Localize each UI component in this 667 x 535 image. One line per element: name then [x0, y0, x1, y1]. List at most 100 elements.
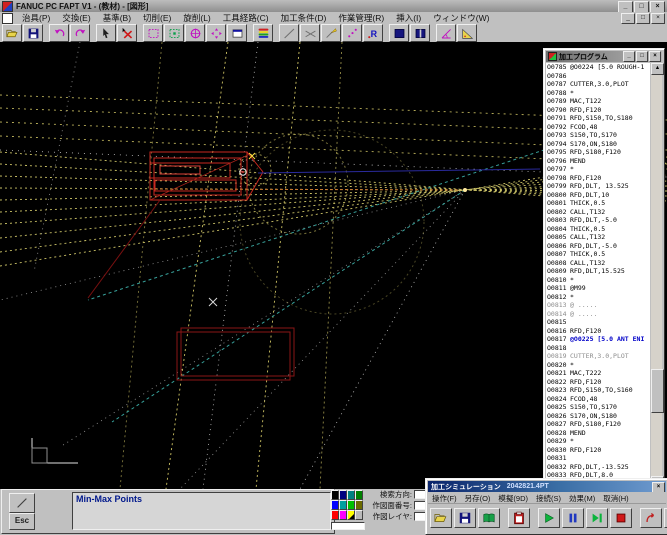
- program-line[interactable]: O0821MAC,T222: [546, 369, 650, 378]
- program-line[interactable]: O0786: [546, 72, 650, 81]
- scroll-thumb[interactable]: [651, 369, 664, 413]
- program-line[interactable]: O0791RFD,S150,TO,S180: [546, 114, 650, 123]
- sim-menu-item-0[interactable]: 操作(F): [428, 493, 461, 504]
- zoom-out-button[interactable]: [206, 24, 226, 42]
- esc-button[interactable]: Esc: [9, 513, 35, 530]
- palette-color[interactable]: [331, 500, 339, 510]
- menu-item-2[interactable]: 基準(B): [97, 12, 137, 24]
- program-line[interactable]: O0809RFD,DLT,15.525: [546, 267, 650, 276]
- program-line[interactable]: O0804THICK,0.5: [546, 225, 650, 234]
- menu-item-4[interactable]: 旋削(L): [177, 12, 216, 24]
- program-line[interactable]: O0800RFD,DLT,10: [546, 191, 650, 200]
- program-line[interactable]: O0797*: [546, 165, 650, 174]
- program-line[interactable]: O0795RFD,S180,F120: [546, 148, 650, 157]
- palette-color[interactable]: [331, 510, 339, 520]
- palette-color[interactable]: [331, 490, 339, 500]
- program-line[interactable]: O0788*: [546, 89, 650, 98]
- program-line[interactable]: O0816RFD,F120: [546, 327, 650, 336]
- erase-button[interactable]: [117, 24, 137, 42]
- palette-color[interactable]: [355, 510, 363, 520]
- palette-color[interactable]: [339, 490, 347, 500]
- panel-minimize-button[interactable]: _: [623, 51, 635, 62]
- sim-menu-item-2[interactable]: 模擬(9D): [494, 493, 532, 504]
- program-line[interactable]: O0822RFD,F120: [546, 378, 650, 387]
- program-line[interactable]: O0802CALL,T132: [546, 208, 650, 217]
- program-line[interactable]: O0796MEND: [546, 157, 650, 166]
- program-line[interactable]: O0794S170,ON,S180: [546, 140, 650, 149]
- program-line[interactable]: O0808CALL,T132: [546, 259, 650, 268]
- mdi-restore-button[interactable]: □: [636, 13, 650, 24]
- sim-menu-item-4[interactable]: 効果(M): [565, 493, 599, 504]
- program-line[interactable]: O0803RFD,DLT,-5.0: [546, 216, 650, 225]
- scroll-up-icon[interactable]: ▲: [651, 63, 664, 75]
- line-tool-button[interactable]: [9, 493, 35, 513]
- program-line-list[interactable]: O0785@O0224 [5.0 ROUGH-1O0786O0787CUTTER…: [546, 63, 650, 488]
- program-line[interactable]: O0789MAC,T122: [546, 97, 650, 106]
- program-line[interactable]: O0807THICK,0.5: [546, 250, 650, 259]
- program-line[interactable]: O0814@ .....: [546, 310, 650, 319]
- points-button[interactable]: [342, 24, 362, 42]
- program-line[interactable]: O0787CUTTER,3.0,PLOT: [546, 80, 650, 89]
- jump-red-button[interactable]: [640, 508, 662, 528]
- radius-button[interactable]: R: [363, 24, 383, 42]
- palette-color[interactable]: [355, 490, 363, 500]
- palette-color[interactable]: [347, 490, 355, 500]
- program-line[interactable]: O0793S150,TO,S170: [546, 131, 650, 140]
- program-scrollbar[interactable]: ▲ ▼: [651, 63, 662, 488]
- menu-item-6[interactable]: 加工条件(D): [275, 12, 333, 24]
- program-line[interactable]: O0817@O0225 [5.0 ANT ENI: [546, 335, 650, 344]
- program-line[interactable]: O0820*: [546, 361, 650, 370]
- play-button[interactable]: [538, 508, 560, 528]
- program-line[interactable]: O0815: [546, 318, 650, 327]
- program-line[interactable]: O0828MEND: [546, 429, 650, 438]
- menu-item-1[interactable]: 交換(E): [56, 12, 96, 24]
- undo-button[interactable]: [49, 24, 69, 42]
- mdi-minimize-button[interactable]: _: [621, 13, 635, 24]
- program-line[interactable]: O0792FCOD,48: [546, 123, 650, 132]
- layers-button[interactable]: [253, 24, 273, 42]
- step-button[interactable]: [586, 508, 608, 528]
- program-line[interactable]: O0785@O0224 [5.0 ROUGH-1: [546, 63, 650, 72]
- palette-color[interactable]: [347, 500, 355, 510]
- sim-menu-item-5[interactable]: 取消(H): [599, 493, 632, 504]
- program-line[interactable]: O0790RFD,F120: [546, 106, 650, 115]
- sim-menu-item-1[interactable]: 另存(O): [461, 493, 495, 504]
- open-button[interactable]: [2, 24, 22, 42]
- angle-button[interactable]: [436, 24, 456, 42]
- program-line[interactable]: O0832RFD,DLT,-13.525: [546, 463, 650, 472]
- prev-view-button[interactable]: [227, 24, 247, 42]
- sim-menu-item-3[interactable]: 接続(S): [532, 493, 565, 504]
- program-line[interactable]: O0819CUTTER,3.0,PLOT: [546, 352, 650, 361]
- clipboard-button[interactable]: [508, 508, 530, 528]
- palette-color[interactable]: [339, 500, 347, 510]
- program-line[interactable]: O0812*: [546, 293, 650, 302]
- menu-item-3[interactable]: 切削(E): [137, 12, 177, 24]
- cross-lines-button[interactable]: [300, 24, 320, 42]
- menu-item-5[interactable]: 工具経路(C): [217, 12, 275, 24]
- panel-restore-button[interactable]: □: [636, 51, 648, 62]
- palette-color[interactable]: [355, 500, 363, 510]
- panel-close-button[interactable]: ×: [649, 51, 661, 62]
- simulation-titlebar[interactable]: 加工シミュレーション 2042821.4PT ×: [428, 481, 666, 492]
- zoom-all-button[interactable]: [185, 24, 205, 42]
- palette-color[interactable]: [339, 510, 347, 520]
- program-line[interactable]: O0813@ .....: [546, 301, 650, 310]
- mdi-close-button[interactable]: ×: [651, 13, 665, 24]
- program-line[interactable]: O0818: [546, 344, 650, 353]
- program-panel-titlebar[interactable]: 加工プログラム _ □ ×: [546, 51, 662, 62]
- program-line[interactable]: O0798RFD,F120: [546, 174, 650, 183]
- program-line[interactable]: O0811@M99: [546, 284, 650, 293]
- program-line[interactable]: O0824FCOD,48: [546, 395, 650, 404]
- fill-solid-button[interactable]: [389, 24, 409, 42]
- program-line[interactable]: O0799RFD,DLT, 13.525: [546, 182, 650, 191]
- zoom-window-button[interactable]: [143, 24, 163, 42]
- open-button[interactable]: [430, 508, 452, 528]
- stop-button[interactable]: [610, 508, 632, 528]
- book-button[interactable]: [478, 508, 500, 528]
- save-button[interactable]: [454, 508, 476, 528]
- program-line[interactable]: O0810*: [546, 276, 650, 285]
- program-line[interactable]: O0823RFD,S150,TO,S160: [546, 386, 650, 395]
- select-button[interactable]: [96, 24, 116, 42]
- simulation-close-button[interactable]: ×: [652, 482, 665, 492]
- save-button[interactable]: [23, 24, 43, 42]
